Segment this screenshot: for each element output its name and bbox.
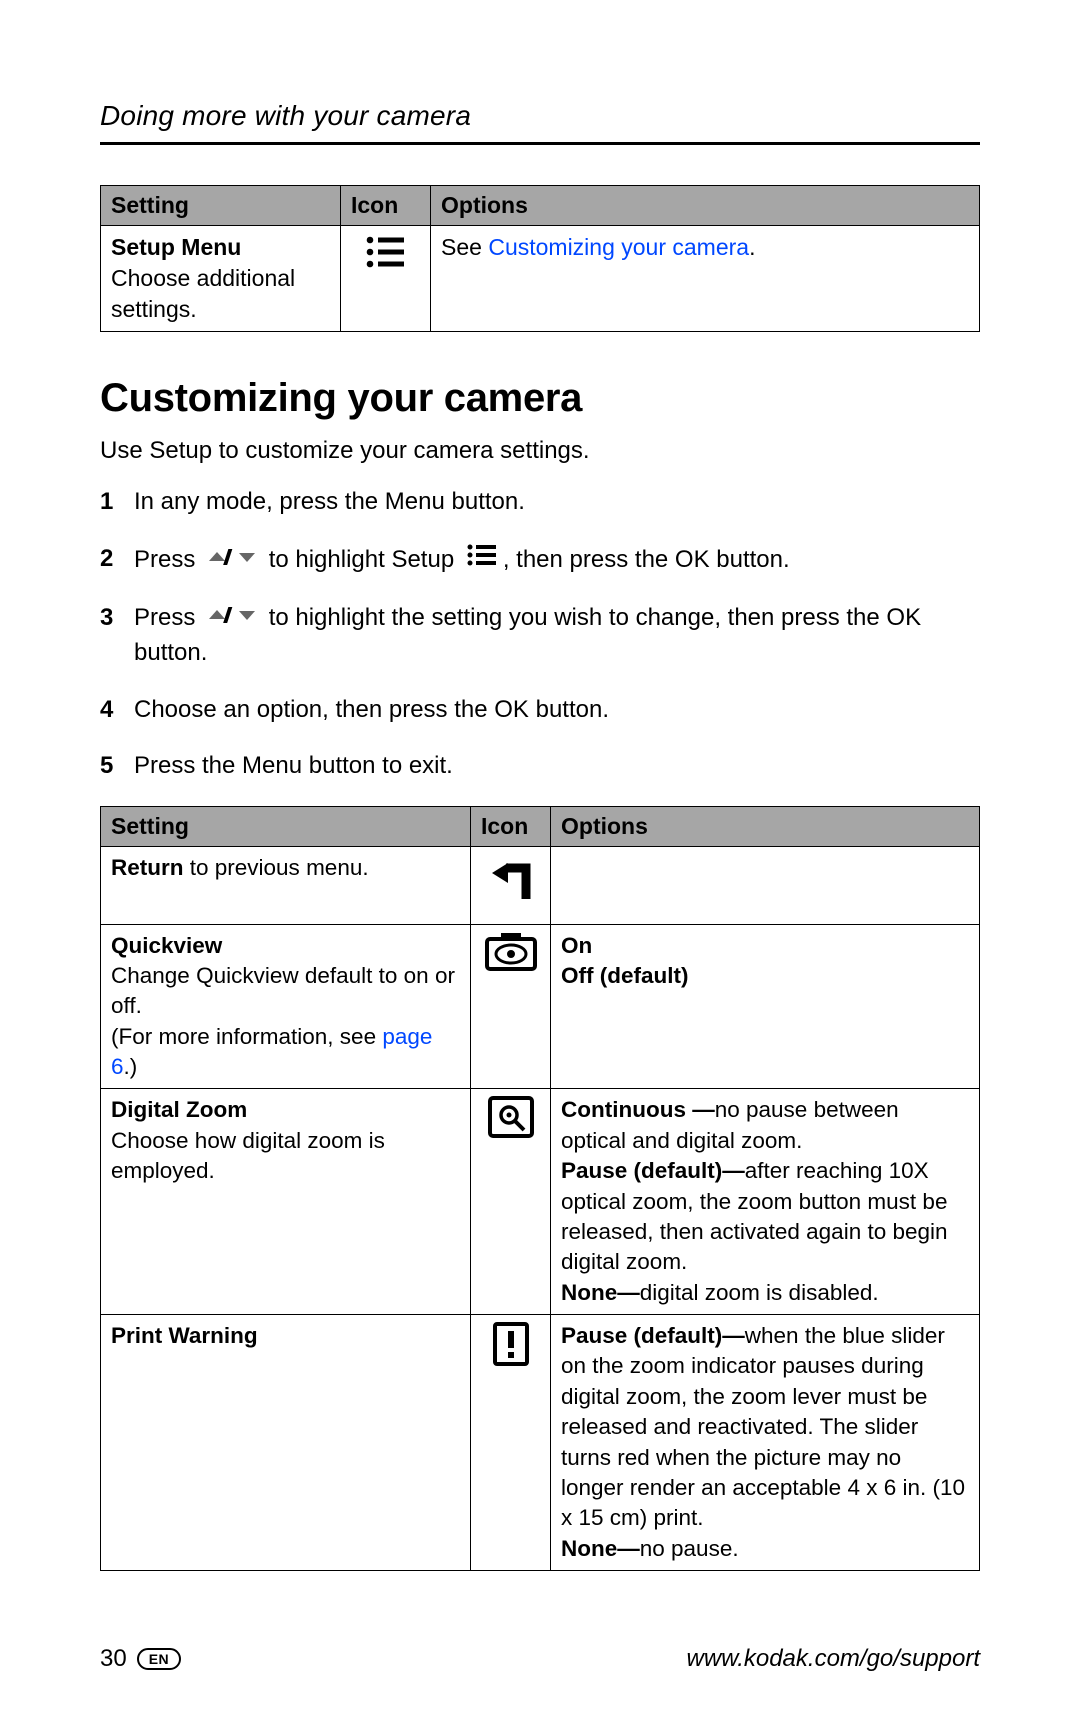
step-number: 2	[100, 542, 134, 577]
setup-menu-icon	[362, 232, 410, 280]
section-intro: Use Setup to customize your camera setti…	[100, 437, 980, 465]
setting-title: Setup Menu	[111, 234, 241, 260]
settings-table-1: Setting Icon Options Setup Menu Choose a…	[100, 185, 980, 332]
setting-title: Digital Zoom	[111, 1097, 247, 1122]
setting-title: Print Warning	[111, 1323, 258, 1348]
td-icon	[471, 1089, 551, 1315]
return-arrow-icon	[488, 859, 534, 911]
options-suffix: .	[749, 234, 755, 260]
setting-rest: to previous menu.	[184, 855, 369, 880]
header-title: Doing more with your camera	[100, 100, 980, 132]
option-on: On	[561, 933, 592, 958]
step-number: 5	[100, 749, 134, 784]
steps-list: 1 In any mode, press the Menu button. 2 …	[100, 485, 980, 784]
th-setting: Setting	[101, 186, 341, 226]
footer-url: www.kodak.com/go/support	[687, 1645, 980, 1673]
table-row: Quickview Change Quickview default to on…	[101, 924, 980, 1089]
td-icon	[341, 226, 431, 332]
language-badge: EN	[137, 1648, 181, 1670]
options-prefix: See	[441, 234, 488, 260]
td-options: See Customizing your camera.	[431, 226, 980, 332]
th-setting: Setting	[101, 807, 471, 847]
page-number: 30	[100, 1645, 127, 1673]
settings-table-2: Setting Icon Options Return to previous …	[100, 806, 980, 1571]
running-header: Doing more with your camera	[100, 100, 980, 145]
print-warning-icon	[492, 1321, 530, 1375]
up-down-nav-icon	[206, 601, 258, 636]
section-heading: Customizing your camera	[100, 376, 980, 421]
th-icon: Icon	[341, 186, 431, 226]
list-item: 2 Press to highlight Setup	[100, 542, 980, 579]
page-root: Doing more with your camera Setting Icon…	[0, 0, 1080, 1728]
up-down-nav-icon	[206, 543, 258, 578]
td-setting: Digital Zoom Choose how digital zoom is …	[101, 1089, 471, 1315]
setting-desc: (For more information, see page 6.)	[111, 1024, 432, 1079]
table-row: Digital Zoom Choose how digital zoom is …	[101, 1089, 980, 1315]
setting-desc: Choose additional settings.	[111, 265, 295, 322]
digital-zoom-icon	[487, 1095, 535, 1147]
option-off-default: Off (default)	[561, 963, 688, 988]
step-number: 1	[100, 485, 134, 520]
list-item: 3 Press to highlight the setting you wis…	[100, 601, 980, 671]
td-options	[551, 847, 980, 924]
step-text: Press the Menu button to exit.	[134, 749, 980, 784]
step-text: In any mode, press the Menu button.	[134, 485, 980, 520]
th-icon: Icon	[471, 807, 551, 847]
td-options: Continuous —no pause between optical and…	[551, 1089, 980, 1315]
th-options: Options	[551, 807, 980, 847]
options-link[interactable]: Customizing your camera	[488, 234, 749, 260]
step-text: Press to highlight the setting you wish …	[134, 601, 980, 671]
list-item: 1 In any mode, press the Menu button.	[100, 485, 980, 520]
list-item: 4 Choose an option, then press the OK bu…	[100, 693, 980, 728]
td-setting: Print Warning	[101, 1315, 471, 1571]
table-row: Return to previous menu.	[101, 847, 980, 924]
setting-desc: Change Quickview default to on or off.	[111, 963, 455, 1018]
step-number: 3	[100, 601, 134, 636]
list-item: 5 Press the Menu button to exit.	[100, 749, 980, 784]
quickview-icon	[485, 931, 537, 979]
page-footer: 30 EN www.kodak.com/go/support	[100, 1645, 980, 1673]
td-icon	[471, 1315, 551, 1571]
td-options: On Off (default)	[551, 924, 980, 1089]
td-setting: Quickview Change Quickview default to on…	[101, 924, 471, 1089]
setting-desc: Choose how digital zoom is employed.	[111, 1128, 385, 1183]
setting-title: Quickview	[111, 933, 222, 958]
setup-menu-icon	[465, 542, 499, 579]
step-text: Press to highlight Setup , then	[134, 542, 980, 579]
step-number: 4	[100, 693, 134, 728]
setting-title: Return	[111, 855, 184, 880]
th-options: Options	[431, 186, 980, 226]
td-icon	[471, 924, 551, 1089]
td-options: Pause (default)—when the blue slider on …	[551, 1315, 980, 1571]
td-setting: Return to previous menu.	[101, 847, 471, 924]
td-setting: Setup Menu Choose additional settings.	[101, 226, 341, 332]
table-row: Print Warning Pause (default)—when the b…	[101, 1315, 980, 1571]
header-rule	[100, 142, 980, 145]
table-row: Setup Menu Choose additional settings. S…	[101, 226, 980, 332]
step-text: Choose an option, then press the OK butt…	[134, 693, 980, 728]
td-icon	[471, 847, 551, 924]
footer-left: 30 EN	[100, 1645, 181, 1673]
